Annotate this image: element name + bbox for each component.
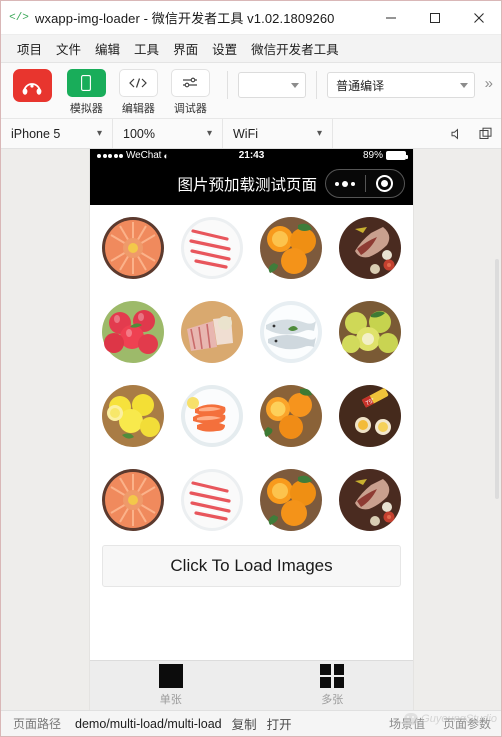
simulator-area: WeChat ◐ 21:43 89% 图片预加载测试页面 75° Click T… <box>1 149 501 710</box>
menu-item-edit[interactable]: 编辑 <box>88 39 127 58</box>
tab-multi-label: 多张 <box>321 694 344 706</box>
phone-outline-icon <box>66 69 106 97</box>
window-title: wxapp-img-loader - 微信开发者工具 v1.02.1809260 <box>35 11 335 26</box>
list-item[interactable] <box>100 299 167 365</box>
scene-value-label[interactable]: 场景值 <box>389 715 425 732</box>
compile-mode-value: 普通编译 <box>336 78 385 93</box>
menu-item-ui[interactable]: 界面 <box>166 39 205 58</box>
grid-four-squares-icon <box>320 664 345 688</box>
network-select-value: WiFi <box>233 126 258 141</box>
page-path-label: 页面路径 <box>13 717 62 731</box>
editor-toggle[interactable]: 编辑器 <box>113 69 163 116</box>
single-square-icon <box>158 664 183 688</box>
debugger-label: 调试器 <box>173 103 207 115</box>
menu-item-settings[interactable]: 设置 <box>205 39 244 58</box>
path-bar-right: 场景值 页面参数 <box>389 715 501 732</box>
wechat-devtools-logo-icon <box>12 69 52 102</box>
phone-tab-bar: 单张 多张 <box>90 660 413 710</box>
page-blank-area <box>90 587 413 660</box>
image-grid: 75° <box>90 205 413 537</box>
menu-item-project[interactable]: 项目 <box>10 39 49 58</box>
list-item[interactable] <box>336 299 403 365</box>
list-item[interactable] <box>336 215 403 281</box>
device-bar-spacer <box>333 119 441 148</box>
tab-single-label: 单张 <box>159 694 182 706</box>
more-dots-icon[interactable] <box>326 180 365 187</box>
devtools-window: </> wxapp-img-loader - 微信开发者工具 v1.02.180… <box>0 0 502 737</box>
phone-status-bar: WeChat ◐ 21:43 89% <box>90 149 413 162</box>
title-bar: </> wxapp-img-loader - 微信开发者工具 v1.02.180… <box>1 1 501 35</box>
list-item[interactable] <box>179 299 246 365</box>
list-item[interactable] <box>257 383 324 449</box>
double-chevron-right-icon[interactable]: » <box>485 75 493 92</box>
status-time: 21:43 <box>238 150 265 161</box>
chevron-down-icon <box>291 82 300 88</box>
toolbar-divider-1 <box>227 71 229 99</box>
target-circle-icon[interactable] <box>366 175 405 192</box>
page-path-bar: 页面路径 demo/multi-load/multi-load 复制 打开 场景… <box>1 710 501 736</box>
page-path-value: demo/multi-load/multi-load <box>75 716 222 731</box>
page-params-label[interactable]: 页面参数 <box>443 715 491 732</box>
sliders-icon <box>170 69 210 97</box>
wechat-capsule <box>325 169 405 198</box>
battery-icon <box>386 151 408 160</box>
detach-window-icon[interactable] <box>471 119 501 148</box>
list-item[interactable] <box>100 383 167 449</box>
mini-program-page: 75° Click To Load Images 单张 多张 <box>90 205 413 710</box>
list-item[interactable] <box>257 215 324 281</box>
environment-select[interactable] <box>238 72 307 98</box>
list-item[interactable]: 75° <box>336 383 403 449</box>
zoom-select-value: 100% <box>123 126 155 141</box>
menu-item-file[interactable]: 文件 <box>49 39 88 58</box>
device-bar: iPhone 5 ▾ 100% ▾ WiFi ▾ <box>1 119 501 149</box>
zoom-select[interactable]: 100% ▾ <box>113 119 223 148</box>
device-select[interactable]: iPhone 5 ▾ <box>1 119 113 148</box>
toolbar: 模拟器 编辑器 调试器 普通编译 » <box>1 63 501 119</box>
phone-simulator: WeChat ◐ 21:43 89% 图片预加载测试页面 75° Click T… <box>90 149 413 710</box>
toolbar-divider-2 <box>316 71 318 99</box>
list-item[interactable] <box>336 467 403 533</box>
menu-item-devtools[interactable]: 微信开发者工具 <box>244 39 346 58</box>
editor-label: 编辑器 <box>121 103 155 115</box>
list-item[interactable] <box>257 299 324 365</box>
menu-item-tools[interactable]: 工具 <box>127 39 166 58</box>
code-brackets-icon: </> <box>9 11 29 24</box>
chevron-down-icon: ▾ <box>206 127 212 139</box>
load-images-button[interactable]: Click To Load Images <box>102 545 401 587</box>
chevron-down-icon <box>459 82 468 88</box>
network-select[interactable]: WiFi ▾ <box>223 119 333 148</box>
list-item[interactable] <box>100 467 167 533</box>
debugger-toggle[interactable]: 调试器 <box>165 69 215 116</box>
device-select-value: iPhone 5 <box>11 126 61 141</box>
compile-mode-select[interactable]: 普通编译 <box>327 72 475 98</box>
close-icon[interactable] <box>457 1 501 35</box>
list-item[interactable] <box>257 467 324 533</box>
code-brackets-icon <box>118 69 158 97</box>
speaker-mute-icon[interactable] <box>441 119 471 148</box>
minimize-icon[interactable] <box>369 1 413 35</box>
list-item[interactable] <box>179 383 246 449</box>
window-controls <box>369 1 501 35</box>
tab-multi[interactable]: 多张 <box>252 661 414 710</box>
list-item[interactable] <box>179 215 246 281</box>
phone-nav-bar: 图片预加载测试页面 <box>90 162 413 205</box>
list-item[interactable] <box>179 467 246 533</box>
list-item[interactable] <box>100 215 167 281</box>
page-title: 图片预加载测试页面 <box>177 176 317 194</box>
maximize-icon[interactable] <box>413 1 457 35</box>
chevron-down-icon: ▾ <box>316 127 322 139</box>
account-button[interactable] <box>9 69 55 102</box>
view-toggle-group: 模拟器 编辑器 调试器 <box>61 69 217 116</box>
open-path-button[interactable]: 打开 <box>267 714 292 733</box>
menu-bar: 项目 文件 编辑 工具 界面 设置 微信开发者工具 <box>1 35 501 63</box>
tab-single[interactable]: 单张 <box>90 661 252 710</box>
chevron-down-icon: ▾ <box>96 127 102 139</box>
simulator-scrollbar[interactable] <box>495 259 499 499</box>
load-button-wrap: Click To Load Images <box>90 537 413 587</box>
copy-path-button[interactable]: 复制 <box>232 714 257 733</box>
simulator-label: 模拟器 <box>69 103 103 115</box>
simulator-toggle[interactable]: 模拟器 <box>61 69 111 116</box>
